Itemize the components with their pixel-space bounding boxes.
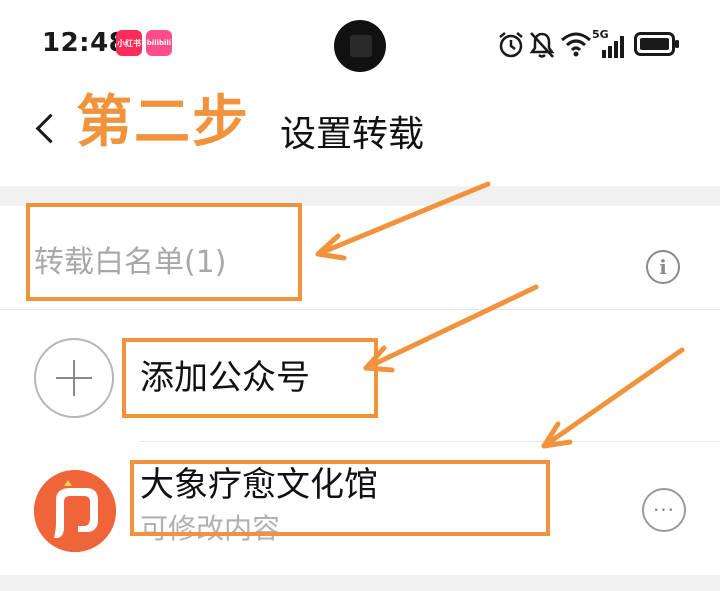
row-divider (0, 309, 720, 310)
battery-icon (634, 32, 679, 56)
elephant-logo-icon (34, 470, 116, 552)
section-separator-bottom (0, 575, 720, 591)
account-avatar[interactable] (34, 470, 116, 552)
page-title: 设置转载 (280, 114, 425, 155)
xiaohongshu-badge-icon: 小红书 (116, 30, 142, 56)
status-time: 12:48 (42, 28, 128, 58)
row-divider (140, 441, 720, 442)
annotation-arrow (363, 284, 539, 371)
mute-icon (529, 32, 555, 58)
alarm-icon (499, 32, 523, 58)
annotation-box-add (122, 338, 378, 418)
info-icon[interactable]: i (646, 250, 680, 284)
annotation-box-account (130, 460, 550, 536)
plus-icon-vertical (73, 360, 75, 396)
step-annotation-label: 第二步 (76, 90, 250, 155)
bilibili-badge-icon: bilibili (146, 30, 172, 56)
annotation-arrow (541, 347, 685, 449)
back-chevron-icon[interactable] (35, 113, 66, 144)
camera-lens (350, 35, 372, 57)
annotation-box-whitelist (26, 203, 302, 301)
signal-strength-icon (602, 36, 624, 58)
wifi-icon (561, 32, 591, 57)
more-options-icon[interactable]: ··· (642, 488, 686, 532)
